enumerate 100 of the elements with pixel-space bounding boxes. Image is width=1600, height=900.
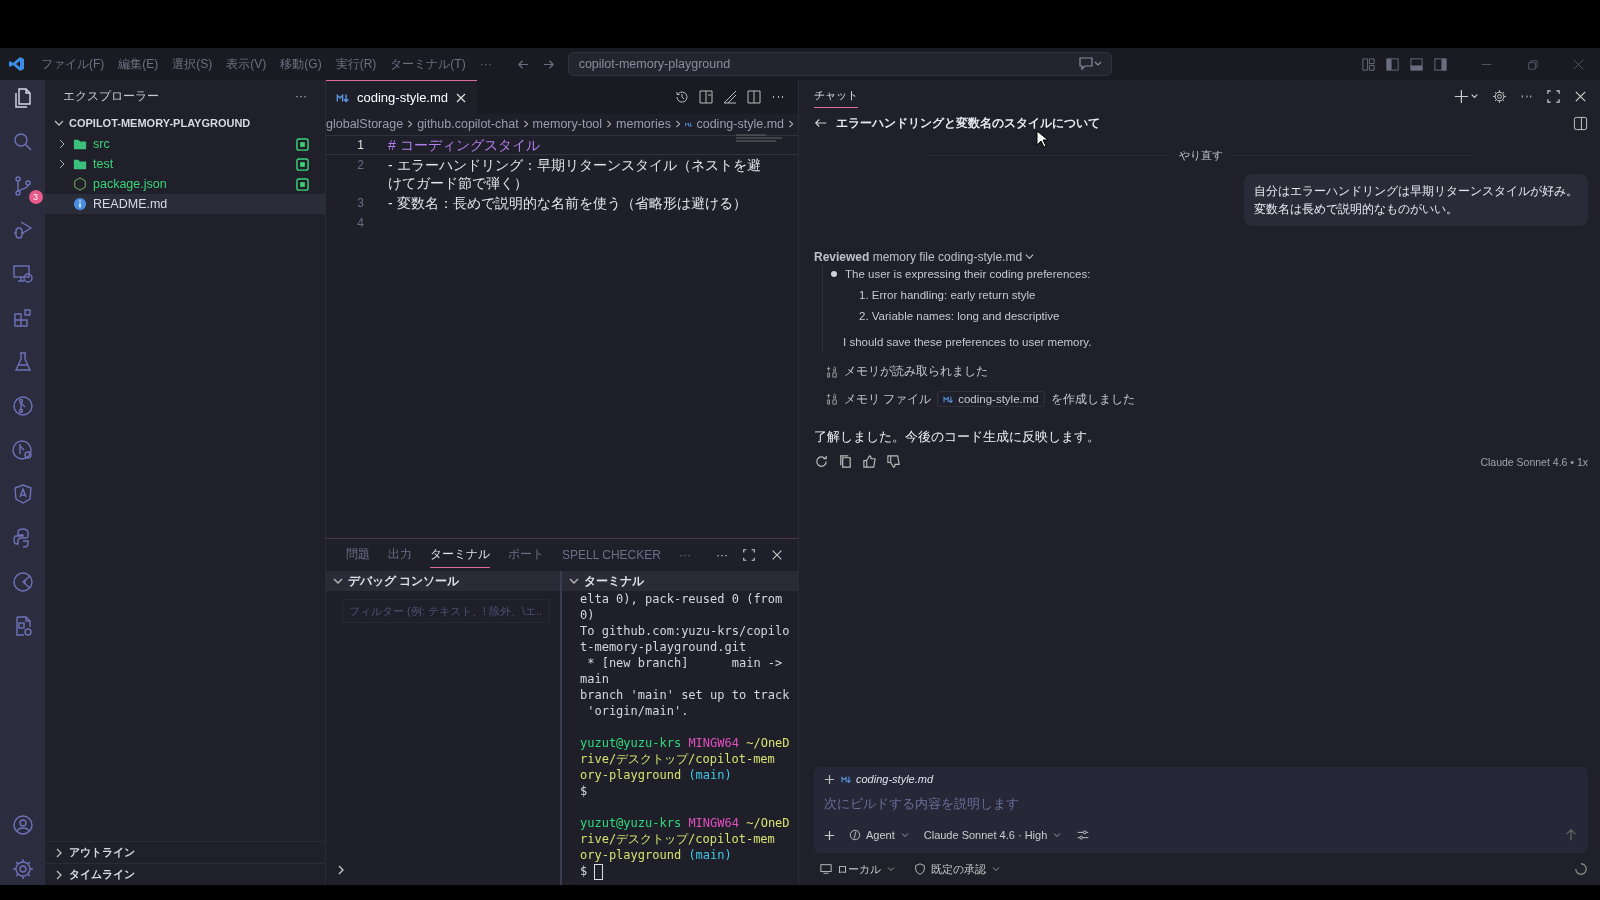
pen-icon[interactable] [722, 89, 738, 105]
menu-item[interactable]: ··· [479, 57, 492, 71]
close-icon[interactable] [770, 548, 784, 562]
new-chat-icon[interactable] [1454, 88, 1480, 104]
chat-input-box[interactable]: coding-style.md 次にビルドする内容を説明します Agent Claude Sonnet 4.6 · High [814, 767, 1588, 853]
terminal-line: rive/デスクトップ/copilot-mem [580, 751, 776, 767]
monitor-icon [820, 863, 832, 875]
more-actions-button[interactable]: ··· [716, 548, 728, 562]
mode-dropdown[interactable]: Agent [849, 829, 910, 841]
menu-item[interactable]: ターミナル(T) [390, 55, 466, 73]
chevron-icon[interactable] [333, 576, 343, 586]
maximize-icon[interactable] [742, 548, 756, 562]
section-header[interactable]: タイムライン [69, 867, 135, 882]
pie-icon[interactable] [10, 570, 35, 594]
sliders-icon[interactable] [1076, 828, 1091, 842]
section-header[interactable]: アウトライン [69, 845, 135, 860]
terminal-line: * [new branch] main -> [586, 655, 784, 671]
minimap-drawing [736, 134, 782, 142]
markdown-icon [943, 393, 955, 405]
filter-input[interactable]: フィルター (例: テキスト、! 除外、\エ... [342, 599, 550, 623]
layout-icon[interactable] [1361, 56, 1376, 72]
menu-item[interactable]: 移動(G) [280, 55, 322, 73]
panel-toggle-icon[interactable] [1409, 56, 1424, 72]
chat-title: エラーハンドリングと変数名のスタイルについて [836, 114, 1100, 132]
editor-tab[interactable]: coding-style.md [326, 80, 478, 114]
file-tree-item[interactable]: README.md [45, 194, 325, 214]
panel-tab[interactable]: ターミナル [430, 542, 490, 568]
approval-dropdown[interactable]: 既定の承認 [914, 861, 1001, 877]
chevron-icon [521, 120, 530, 128]
redo-label[interactable]: やり直す [1169, 147, 1233, 163]
close-icon[interactable] [455, 91, 468, 104]
breadcrumb-item[interactable]: globalStorage [326, 117, 404, 131]
chat-tab[interactable]: チャット [814, 84, 858, 108]
model-dropdown[interactable]: Claude Sonnet 4.6 · High [923, 829, 1063, 841]
menu-item[interactable]: 実行(R) [335, 55, 377, 73]
info-icon [73, 197, 87, 211]
chat-input[interactable]: 次にビルドする内容を説明します [824, 791, 1578, 817]
more-actions-button[interactable]: ··· [295, 89, 307, 103]
location-dropdown[interactable]: ローカル [820, 861, 896, 877]
add-icon[interactable] [824, 829, 835, 841]
menu-item[interactable]: ファイル(F) [41, 55, 105, 73]
settings-icon[interactable] [1492, 88, 1507, 104]
chevron-icon[interactable] [569, 576, 579, 586]
spinner-icon [1574, 862, 1588, 876]
thinking-text: The user is expressing their coding preferences: [845, 268, 1091, 280]
breadcrumb-item[interactable]: coding-style.md [696, 117, 784, 131]
folder-icon [73, 157, 87, 171]
terminal-line: t-memory-playground.git [580, 639, 748, 655]
user-message: 変数名は長めで説明的なものがいい。 [1254, 201, 1459, 218]
chevron-icon[interactable] [54, 847, 64, 858]
thinking-header[interactable]: Reviewed memory file coding-style.md [814, 250, 1588, 264]
breadcrumb-item[interactable]: github.copilot-chat [417, 117, 519, 131]
command-center-field[interactable]: copilot-memory-playground [567, 52, 1112, 76]
back-arrow-icon[interactable] [814, 116, 828, 130]
git-search-icon[interactable] [10, 438, 35, 462]
code-line: - エラーハンドリング：早期リターンスタイル（ネストを避けてガード節で弾く） [388, 156, 762, 192]
chevron-icon[interactable] [1025, 252, 1035, 261]
line-number: 3 [356, 195, 365, 212]
file-tree-item[interactable]: package.json [45, 174, 325, 194]
terminal-line: ory-playground (main) [580, 767, 733, 783]
tool-text: を作成しました [1050, 391, 1135, 407]
maximize-icon[interactable] [1546, 88, 1561, 104]
attachment-chip[interactable]: coding-style.md [841, 773, 934, 785]
split-editor-icon[interactable] [746, 89, 762, 105]
menu-item[interactable]: 編集(E) [118, 55, 159, 73]
preview-icon[interactable] [698, 89, 714, 105]
breadcrumb-item[interactable]: memories [616, 117, 671, 131]
folder-header[interactable]: COPILOT-MEMORY-PLAYGROUND [69, 117, 251, 129]
file-tree-item[interactable]: test [45, 154, 325, 174]
agent-icon [849, 829, 861, 841]
menu-item[interactable]: 選択(S) [172, 55, 213, 73]
list-item: 2. Variable names: long and descriptive [859, 310, 1061, 322]
panel-tab[interactable]: ··· [678, 543, 691, 567]
tool-text: メモリ ファイル [844, 391, 932, 407]
folder-icon [73, 137, 87, 151]
chat-sparkle-icon[interactable] [1076, 56, 1103, 72]
menu-item[interactable]: 表示(V) [226, 55, 267, 73]
git-graph-icon[interactable] [10, 394, 35, 418]
monitor-icon[interactable] [10, 262, 35, 286]
history-icon[interactable] [674, 89, 690, 105]
app-logo-icon [9, 56, 25, 72]
secondary-sidebar-toggle-icon[interactable] [1433, 56, 1448, 72]
terminal-line: yuzut@yuzu-krs MINGW64 ~/OneD [580, 815, 791, 831]
copy-icon[interactable] [838, 454, 853, 469]
tool-icon [826, 393, 838, 405]
thumbs-up-icon[interactable] [862, 454, 877, 469]
thumbs-down-icon[interactable] [886, 454, 901, 469]
file-tree-item[interactable]: src [45, 134, 325, 154]
add-icon[interactable] [824, 773, 835, 785]
caret-icon [1052, 830, 1063, 840]
account-icon[interactable] [10, 813, 35, 837]
chevron-icon[interactable] [54, 869, 64, 880]
chevron-icon [336, 865, 346, 875]
breadcrumb-item[interactable]: memory-tool [532, 117, 603, 131]
retry-icon[interactable] [814, 454, 829, 469]
tool-text: メモリが読み取られました [844, 364, 988, 379]
file-chip[interactable]: coding-style.md [937, 391, 1045, 407]
sidebar-toggle-icon[interactable] [1385, 56, 1400, 72]
terminal-line: main [580, 671, 610, 687]
chevron-icon[interactable] [54, 118, 64, 128]
